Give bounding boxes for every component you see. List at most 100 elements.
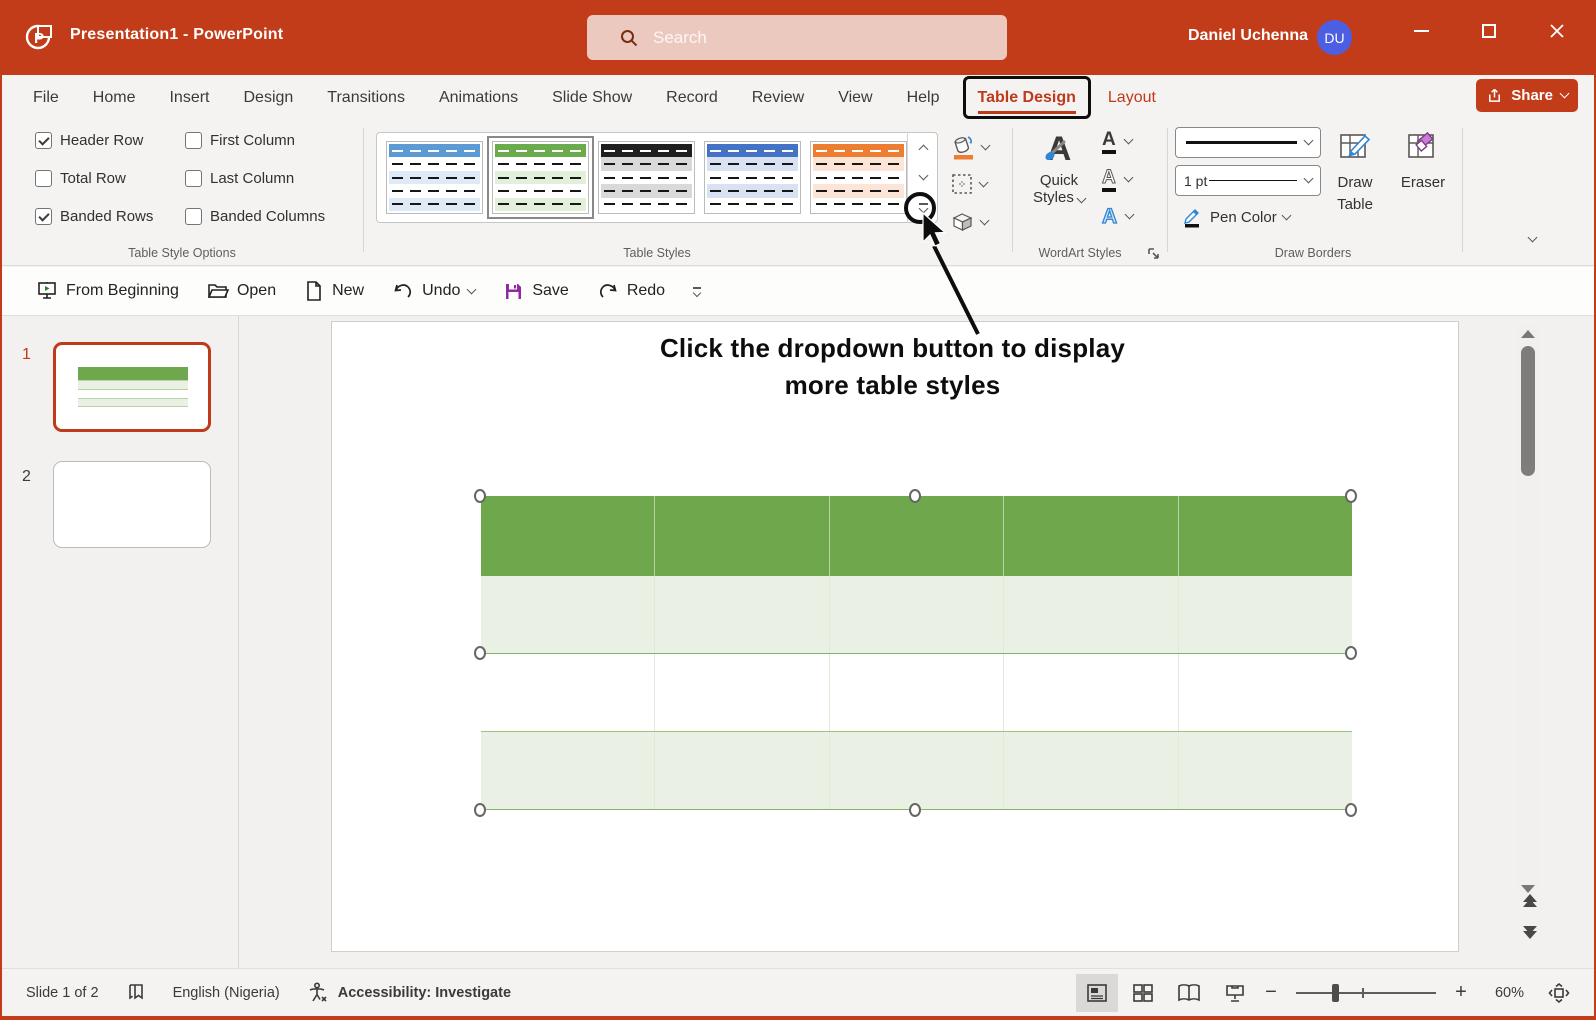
table-style-medium-green-selected[interactable]: [492, 141, 589, 214]
share-chevron-icon[interactable]: [1560, 89, 1570, 99]
qat-overflow-button[interactable]: [683, 283, 711, 300]
text-fill-button[interactable]: A: [1102, 130, 1132, 154]
checkbox-banded-columns[interactable]: Banded Columns: [185, 208, 325, 225]
table-row-white[interactable]: [481, 654, 1352, 732]
table-style-light-blue[interactable]: [386, 141, 483, 214]
gallery-more-button[interactable]: [908, 193, 938, 223]
text-outline-button[interactable]: A: [1102, 168, 1132, 192]
pen-style-dropdown[interactable]: [1175, 127, 1321, 158]
tab-slide-show[interactable]: Slide Show: [535, 75, 649, 120]
eraser-button[interactable]: Eraser: [1392, 130, 1454, 194]
table-handle-top-center[interactable]: [909, 489, 921, 503]
slideshow-view-button[interactable]: [1214, 974, 1256, 1012]
table-handle-middle-right[interactable]: [1345, 646, 1357, 660]
tab-view[interactable]: View: [821, 75, 889, 120]
spell-check-icon[interactable]: [125, 982, 147, 1004]
tab-layout[interactable]: Layout: [1091, 89, 1173, 107]
slide-sorter-view-button[interactable]: [1122, 974, 1164, 1012]
language-indicator[interactable]: English (Nigeria): [173, 985, 280, 1001]
pen-weight-dropdown[interactable]: 1 pt: [1175, 165, 1321, 196]
checkbox-icon[interactable]: [35, 170, 52, 187]
accessibility-status[interactable]: Accessibility: Investigate: [338, 985, 511, 1001]
open-button[interactable]: Open: [197, 274, 286, 308]
checkbox-last-column[interactable]: Last Column: [185, 170, 294, 187]
table-row-banded[interactable]: [481, 576, 1352, 654]
slide-2-thumbnail[interactable]: [53, 461, 211, 548]
table-header-row[interactable]: [481, 496, 1352, 576]
previous-slide-button[interactable]: [1523, 894, 1537, 907]
scrollbar-thumb[interactable]: [1521, 346, 1535, 476]
tab-review[interactable]: Review: [735, 75, 821, 120]
close-button[interactable]: [1528, 0, 1586, 62]
redo-button[interactable]: Redo: [587, 274, 675, 308]
tab-help[interactable]: Help: [890, 75, 957, 120]
table-handle-top-left[interactable]: [474, 489, 486, 503]
tab-file[interactable]: File: [16, 75, 76, 120]
gallery-scroll-up-button[interactable]: [908, 132, 938, 162]
table-handle-bottom-center[interactable]: [909, 803, 921, 817]
zoom-in-button[interactable]: +: [1450, 981, 1472, 1004]
table-handle-bottom-left[interactable]: [474, 803, 486, 817]
checkbox-banded-rows[interactable]: Banded Rows: [35, 208, 153, 225]
normal-view-button[interactable]: [1076, 974, 1118, 1012]
quick-styles-button[interactable]: A Quick Styles: [1030, 132, 1088, 206]
pen-color-button[interactable]: Pen Color: [1182, 206, 1290, 228]
collapse-ribbon-chevron-icon[interactable]: [1528, 233, 1538, 243]
tab-home[interactable]: Home: [76, 75, 153, 120]
zoom-slider-handle[interactable]: [1332, 984, 1339, 1002]
undo-chevron-icon[interactable]: [467, 284, 477, 294]
checkbox-first-column[interactable]: First Column: [185, 132, 295, 149]
next-slide-button[interactable]: [1523, 926, 1537, 939]
slide-1-thumbnail[interactable]: [53, 342, 211, 432]
scroll-up-arrow-icon[interactable]: [1521, 330, 1535, 338]
text-effects-button[interactable]: A: [1102, 206, 1133, 227]
vertical-scrollbar[interactable]: [1516, 324, 1540, 899]
avatar[interactable]: DU: [1317, 20, 1352, 55]
share-button[interactable]: Share: [1476, 79, 1578, 112]
tab-animations[interactable]: Animations: [422, 75, 535, 120]
wordart-dialog-launcher-icon[interactable]: [1147, 247, 1161, 261]
draw-table-button[interactable]: Draw Table: [1324, 130, 1386, 217]
effects-button[interactable]: [950, 210, 988, 234]
checkbox-header-row[interactable]: Header Row: [35, 132, 143, 149]
tab-record[interactable]: Record: [649, 75, 735, 120]
account-name[interactable]: Daniel Uchenna: [1188, 27, 1308, 45]
table-style-medium-black[interactable]: [598, 141, 695, 214]
tab-insert[interactable]: Insert: [152, 75, 226, 120]
tab-table-design-highlight[interactable]: Table Design: [963, 76, 1091, 119]
zoom-out-button[interactable]: −: [1260, 981, 1282, 1004]
search-input[interactable]: Search: [587, 15, 1007, 60]
save-button[interactable]: Save: [493, 275, 578, 308]
minimize-button[interactable]: [1392, 0, 1450, 62]
table-handle-bottom-right[interactable]: [1345, 803, 1357, 817]
table-handle-middle-left[interactable]: [474, 646, 486, 660]
zoom-level[interactable]: 60%: [1476, 985, 1524, 1001]
maximize-button[interactable]: [1460, 0, 1518, 62]
checkbox-icon[interactable]: [35, 208, 52, 225]
search-placeholder: Search: [653, 28, 707, 48]
tab-transitions[interactable]: Transitions: [310, 75, 422, 120]
checkbox-icon[interactable]: [185, 170, 202, 187]
borders-button[interactable]: [950, 172, 987, 196]
undo-button[interactable]: Undo: [382, 274, 485, 308]
table-handle-top-right[interactable]: [1345, 489, 1357, 503]
fit-slide-to-window-button[interactable]: [1538, 974, 1580, 1012]
gallery-scroll-down-button[interactable]: [908, 162, 938, 192]
checkbox-total-row[interactable]: Total Row: [35, 170, 126, 187]
shading-button[interactable]: [950, 134, 989, 160]
checkbox-icon[interactable]: [185, 208, 202, 225]
table-style-medium-orange[interactable]: [810, 141, 907, 214]
zoom-slider[interactable]: [1296, 992, 1436, 994]
shading-bucket-icon: [950, 134, 976, 160]
checkbox-icon[interactable]: [35, 132, 52, 149]
from-beginning-button[interactable]: From Beginning: [26, 274, 189, 308]
table-row-banded[interactable]: [481, 732, 1352, 810]
tab-design[interactable]: Design: [226, 75, 310, 120]
new-button[interactable]: New: [294, 274, 374, 308]
checkbox-icon[interactable]: [185, 132, 202, 149]
scroll-down-arrow-icon[interactable]: [1521, 885, 1535, 893]
table-style-medium-blue[interactable]: [704, 141, 801, 214]
tab-table-design[interactable]: Table Design: [978, 89, 1076, 114]
slide-table[interactable]: [481, 496, 1352, 810]
reading-view-button[interactable]: [1168, 974, 1210, 1012]
